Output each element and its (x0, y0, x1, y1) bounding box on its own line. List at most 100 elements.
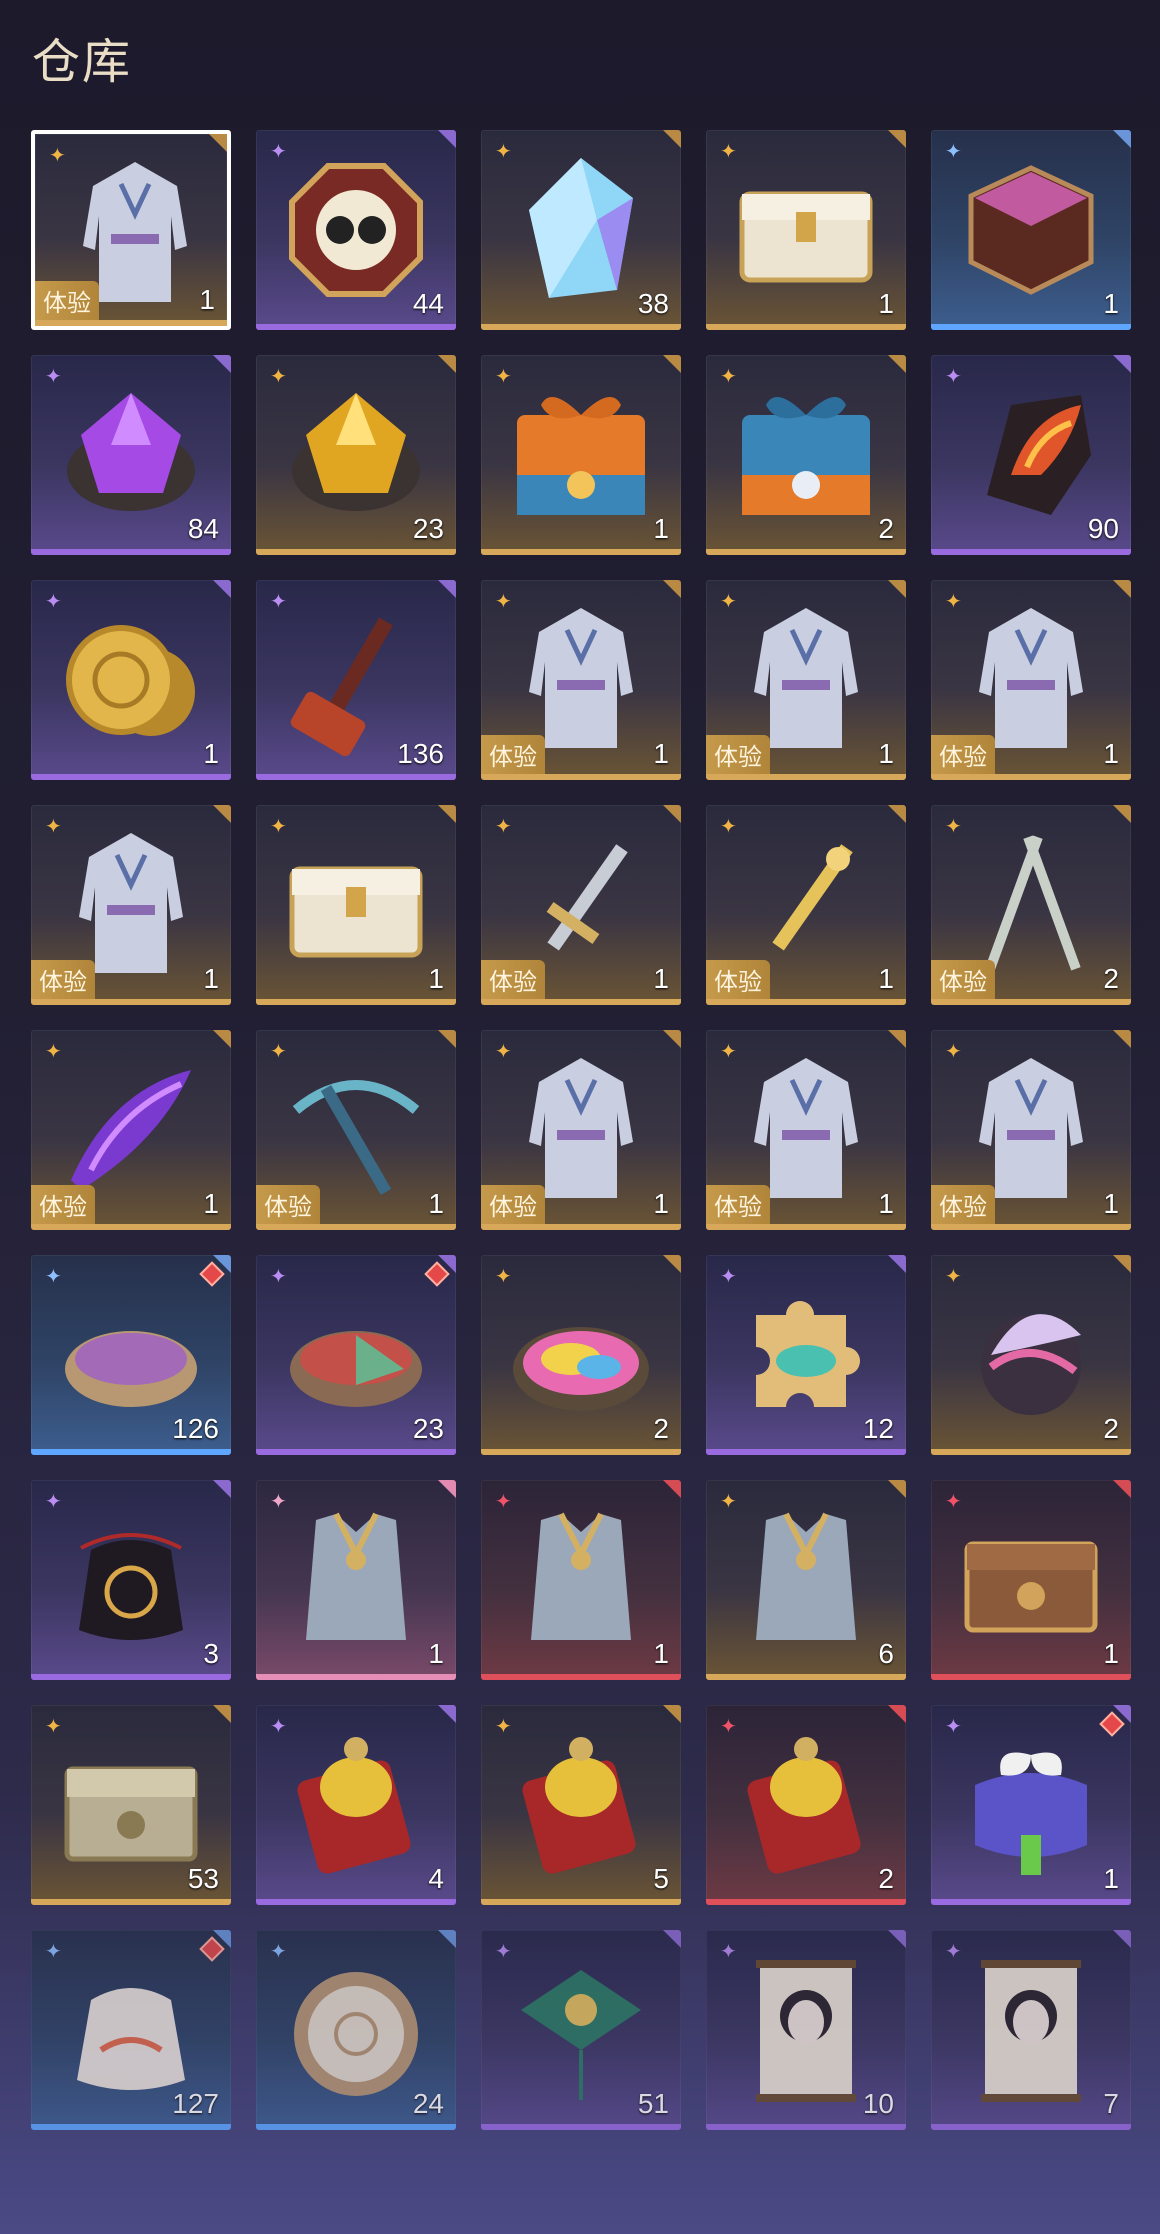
item-count: 53 (187, 1863, 219, 1894)
inventory-slot[interactable]: ✦ 126 (31, 1255, 231, 1455)
inventory-slot[interactable]: ✦ 2 (931, 1255, 1131, 1455)
inventory-slot[interactable]: ✦ 24 (256, 1930, 456, 2130)
item-count: 1 (653, 513, 669, 544)
inventory-slot[interactable]: ✦ 体验 1 (256, 1030, 456, 1230)
rarity-corner (438, 580, 456, 598)
inventory-slot[interactable]: ✦ 136 (256, 580, 456, 780)
item-count: 10 (862, 2088, 894, 2119)
inventory-slot[interactable]: ✦ 38 (481, 130, 681, 330)
inventory-slot[interactable]: ✦ 体验 1 (706, 805, 906, 1005)
rarity-corner (438, 1705, 456, 1723)
inventory-slot[interactable]: ✦ 44 (256, 130, 456, 330)
inventory-slot[interactable]: ✦ 1 (256, 1480, 456, 1680)
rarity-corner (663, 130, 681, 148)
inventory-slot[interactable]: ✦ 体验 1 (31, 130, 231, 330)
item-count: 1 (199, 284, 215, 315)
item-count: 2 (878, 1863, 894, 1894)
inventory-slot[interactable]: ✦ 1 (481, 1480, 681, 1680)
inventory-slot[interactable]: ✦ 12 (706, 1255, 906, 1455)
inventory-slot[interactable]: ✦ 10 (706, 1930, 906, 2130)
rarity-corner (438, 1480, 456, 1498)
inventory-slot[interactable]: ✦ 51 (481, 1930, 681, 2130)
page-title: 仓库 (32, 34, 133, 90)
item-count: 23 (412, 1413, 444, 1444)
rarity-corner (663, 1030, 681, 1048)
inventory-slot[interactable]: ✦ 1 (481, 355, 681, 555)
inventory-slot[interactable]: ✦ 体验 1 (706, 1030, 906, 1230)
item-count: 1 (1103, 288, 1119, 319)
rarity-corner (213, 1705, 231, 1723)
lantern-token-icon (726, 1725, 886, 1885)
inventory-slot[interactable]: ✦ 1 (706, 130, 906, 330)
purple-gift-icon (951, 1725, 1111, 1885)
trial-tag: 体验 (931, 960, 995, 999)
inventory-slot[interactable]: ✦ 1 (931, 130, 1131, 330)
inventory-slot[interactable]: ✦ 体验 2 (931, 805, 1131, 1005)
inventory-slot[interactable]: ✦ 1 (931, 1480, 1131, 1680)
inventory-slot[interactable]: ✦ 5 (481, 1705, 681, 1905)
item-count: 2 (878, 513, 894, 544)
item-count: 1 (1103, 1863, 1119, 1894)
rarity-corner (663, 1930, 681, 1948)
item-count: 1 (428, 963, 444, 994)
item-count: 12 (862, 1413, 894, 1444)
white-chest-icon (726, 150, 886, 310)
inventory-slot[interactable]: ✦ 6 (706, 1480, 906, 1680)
inventory-slot[interactable]: ✦ 2 (706, 1705, 906, 1905)
rarity-corner (663, 580, 681, 598)
vest-icon (276, 1500, 436, 1660)
rarity-corner (438, 1030, 456, 1048)
rarity-corner (663, 1255, 681, 1273)
inventory-slot[interactable]: ✦ 90 (931, 355, 1131, 555)
rarity-corner (213, 1030, 231, 1048)
inventory-slot[interactable]: ✦ 7 (931, 1930, 1131, 2130)
gold-gem-icon (276, 375, 436, 535)
trial-tag: 体验 (706, 1185, 770, 1224)
gift-bundle-orange-icon (501, 375, 661, 535)
item-count: 1 (203, 963, 219, 994)
inventory-slot[interactable]: ✦ 84 (31, 355, 231, 555)
inventory-slot[interactable]: ✦ 1 (31, 580, 231, 780)
rarity-corner (888, 1030, 906, 1048)
inventory-slot[interactable]: ✦ 体验 1 (931, 580, 1131, 780)
item-count: 38 (637, 288, 669, 319)
inventory-slot[interactable]: ✦ 体验 1 (481, 580, 681, 780)
inventory-slot[interactable]: ✦ 体验 1 (706, 580, 906, 780)
inventory-slot[interactable]: ✦ 体验 1 (931, 1030, 1131, 1230)
item-count: 4 (428, 1863, 444, 1894)
inventory-slot[interactable]: ✦ 体验 1 (31, 1030, 231, 1230)
inventory-slot[interactable]: ✦ 23 (256, 1255, 456, 1455)
trial-tag: 体验 (481, 735, 545, 774)
item-count: 1 (653, 1188, 669, 1219)
item-count: 24 (412, 2088, 444, 2119)
inventory-slot[interactable]: ✦ 体验 1 (481, 805, 681, 1005)
vest-icon (501, 1500, 661, 1660)
trial-tag: 体验 (481, 960, 545, 999)
trial-tag: 体验 (706, 735, 770, 774)
item-count: 1 (203, 738, 219, 769)
inventory-slot[interactable]: ✦ 53 (31, 1705, 231, 1905)
inventory-slot[interactable]: ✦ 3 (31, 1480, 231, 1680)
trial-tag: 体验 (31, 960, 95, 999)
rarity-corner (888, 580, 906, 598)
inventory-slot[interactable]: ✦ 127 (31, 1930, 231, 2130)
rarity-corner (209, 134, 227, 152)
pouch-icon (51, 1500, 211, 1660)
inventory-slot[interactable]: ✦ 23 (256, 355, 456, 555)
inventory-slot[interactable]: ✦ 2 (481, 1255, 681, 1455)
inventory-slot[interactable]: ✦ 1 (256, 805, 456, 1005)
trial-tag: 体验 (481, 1185, 545, 1224)
item-count: 1 (878, 738, 894, 769)
item-count: 1 (428, 1188, 444, 1219)
rarity-corner (213, 580, 231, 598)
inventory-slot[interactable]: ✦ 1 (931, 1705, 1131, 1905)
inventory-slot[interactable]: ✦ 2 (706, 355, 906, 555)
inventory-slot[interactable]: ✦ 体验 1 (31, 805, 231, 1005)
inventory-slot[interactable]: ✦ 体验 1 (481, 1030, 681, 1230)
drum-icon (276, 1950, 436, 2110)
inventory-slot[interactable]: ✦ 4 (256, 1705, 456, 1905)
dye-bowl-icon (51, 1275, 211, 1435)
kite-icon (501, 1950, 661, 2110)
gold-coin-icon (51, 600, 211, 760)
item-count: 1 (1103, 1638, 1119, 1669)
